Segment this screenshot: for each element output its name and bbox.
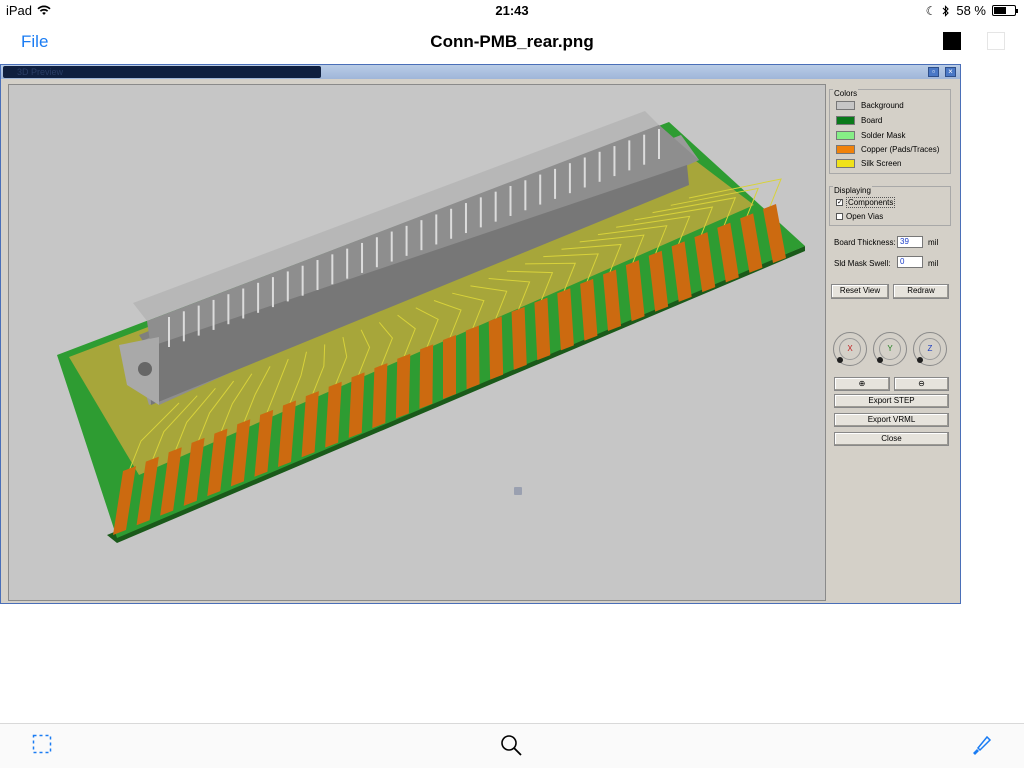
- color-label: Board: [861, 115, 883, 125]
- color-swatch: [836, 115, 855, 125]
- board-thickness-unit: mil: [928, 238, 939, 247]
- colors-group: Colors Background Board Solder Mask Copp…: [829, 89, 951, 174]
- status-right: ☾ 58 %: [925, 3, 1018, 18]
- export-vrml-button[interactable]: Export VRML: [834, 413, 949, 427]
- open-vias-label: Open Vias: [846, 212, 884, 221]
- color-row-background[interactable]: Background: [836, 99, 904, 111]
- markup-brush-icon[interactable]: [970, 734, 992, 756]
- color-label: Solder Mask: [861, 130, 906, 140]
- settings-panel: Colors Background Board Solder Mask Copp…: [827, 81, 959, 601]
- mask-swell-label: Sld Mask Swell:: [834, 259, 891, 268]
- board-thickness-label: Board Thickness:: [834, 238, 896, 247]
- status-bar: iPad 21:43 ☾ 58 %: [0, 0, 1024, 22]
- window-titlebar: 3D Preview ▫ ×: [1, 65, 960, 79]
- zoom-in-button[interactable]: ⊕: [834, 377, 890, 391]
- components-checkbox[interactable]: ✓: [836, 199, 843, 206]
- color-swatch: [836, 158, 855, 168]
- latch-hole: [138, 362, 152, 376]
- copper-pad: [443, 335, 456, 399]
- dial-z-knob[interactable]: [917, 357, 923, 363]
- dial-x-knob[interactable]: [837, 357, 843, 363]
- rotate-z-dial[interactable]: Z: [913, 332, 947, 366]
- dial-y-label: Y: [879, 338, 901, 360]
- battery-icon: [992, 5, 1018, 16]
- pcb-3d-render[interactable]: [9, 85, 826, 601]
- color-row-board[interactable]: Board: [836, 114, 882, 126]
- battery-percent: 58 %: [956, 3, 986, 18]
- copper-pad: [395, 353, 411, 419]
- color-row-silk-screen[interactable]: Silk Screen: [836, 157, 901, 169]
- board-thickness-input[interactable]: 39: [897, 236, 923, 248]
- battery-fill: [994, 7, 1006, 14]
- color-row-copper[interactable]: Copper (Pads/Traces): [836, 143, 939, 155]
- open-vias-checkbox-row[interactable]: Open Vias: [836, 212, 883, 221]
- displaying-group: Displaying ✓ Components Open Vias: [829, 186, 951, 226]
- copper-pad: [465, 325, 480, 390]
- displaying-group-label: Displaying: [833, 186, 872, 195]
- color-swatch-black[interactable]: [943, 32, 961, 50]
- nav-bar: File Conn-PMB_rear.png: [0, 22, 1024, 64]
- 3d-viewport[interactable]: [8, 84, 826, 601]
- color-label: Copper (Pads/Traces): [861, 144, 940, 154]
- search-icon[interactable]: [500, 734, 522, 756]
- mask-swell-unit: mil: [928, 259, 939, 268]
- zoom-out-button[interactable]: ⊖: [894, 377, 949, 391]
- bottom-toolbar: [0, 723, 1024, 768]
- selection-icon[interactable]: [32, 734, 52, 754]
- color-swatch-white[interactable]: [987, 32, 1005, 50]
- close-button[interactable]: Close: [834, 432, 949, 446]
- document-title: Conn-PMB_rear.png: [430, 32, 594, 51]
- rotate-y-dial[interactable]: Y: [873, 332, 907, 366]
- copper-pad: [419, 344, 434, 409]
- reset-view-button[interactable]: Reset View: [831, 284, 889, 299]
- color-label: Background: [861, 100, 904, 110]
- color-label: Silk Screen: [861, 158, 902, 168]
- moon-icon: ☾: [925, 3, 937, 18]
- colors-group-label: Colors: [833, 89, 859, 98]
- components-checkbox-row[interactable]: ✓ Components: [836, 197, 896, 208]
- color-row-solder-mask[interactable]: Solder Mask: [836, 129, 905, 141]
- clock: 21:43: [495, 3, 529, 18]
- color-swatch: [836, 130, 855, 140]
- color-swatch: [836, 100, 855, 110]
- cursor-marker: [514, 487, 522, 495]
- window-restore-button[interactable]: ▫: [928, 67, 939, 77]
- copper-pad: [372, 363, 388, 429]
- preview-window: 3D Preview ▫ × Colors Background Board S…: [0, 64, 961, 604]
- export-step-button[interactable]: Export STEP: [834, 394, 949, 408]
- bluetooth-icon: [942, 4, 950, 17]
- window-close-button[interactable]: ×: [945, 67, 956, 77]
- copper-pad: [488, 316, 504, 380]
- dial-x-label: X: [839, 338, 861, 360]
- components-label: Components: [846, 197, 896, 208]
- rotate-x-dial[interactable]: X: [833, 332, 867, 366]
- color-swatch: [836, 144, 855, 154]
- dial-y-knob[interactable]: [877, 357, 883, 363]
- window-title: 3D Preview: [3, 66, 321, 78]
- copper-pad: [511, 306, 527, 370]
- dial-z-label: Z: [919, 338, 941, 360]
- redraw-button[interactable]: Redraw: [893, 284, 949, 299]
- mask-swell-input[interactable]: 0: [897, 256, 923, 268]
- open-vias-checkbox[interactable]: [836, 213, 843, 220]
